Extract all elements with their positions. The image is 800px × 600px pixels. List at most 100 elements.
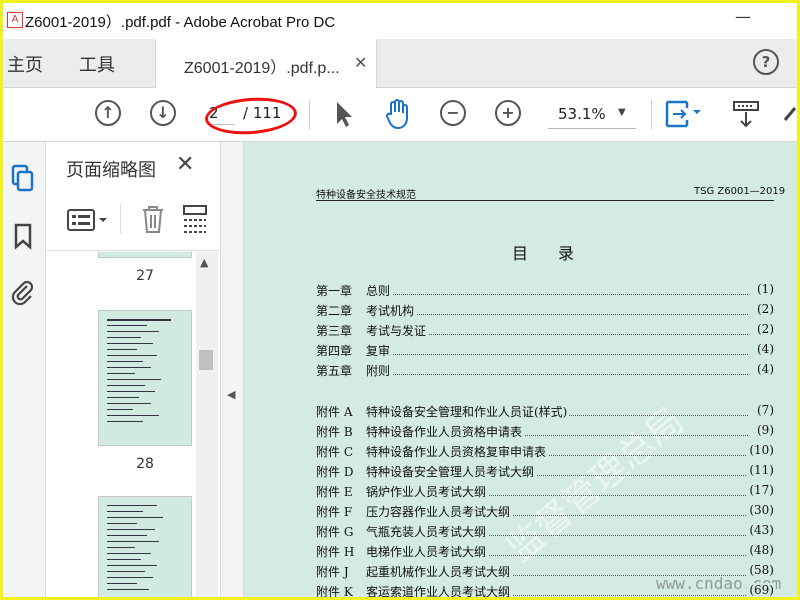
panel-title: 页面缩略图 [66, 160, 156, 181]
previous-page-icon[interactable]: ↑ [95, 100, 121, 126]
page-thumbnail[interactable] [98, 252, 192, 258]
toc-entry[interactable]: 附件 D 特种设备安全管理人员考试大纲 (11) [316, 463, 774, 481]
help-icon[interactable]: ? [753, 49, 779, 75]
toc-entry-label: 附件 D [316, 465, 354, 479]
scroll-mode-icon[interactable] [731, 100, 761, 130]
thumbnail-scrollbar[interactable]: ▲ [196, 252, 218, 597]
header-rule [316, 200, 774, 201]
tab-home[interactable]: 主页 [7, 51, 43, 77]
tab-document-label: Z6001-2019）.pdf.p... [184, 60, 340, 77]
toc-entry[interactable]: 第三章 考试与发证 (2) [316, 322, 774, 340]
navigation-pane [3, 142, 46, 597]
link-icon[interactable] [781, 102, 797, 126]
collapse-panel-strip: ◀ [221, 142, 244, 597]
toc-entry-label: 第四章 [316, 344, 353, 358]
page-thumbnail[interactable] [98, 310, 192, 446]
toc-entry-page: (69) [747, 583, 774, 597]
page-thumbnail[interactable] [98, 496, 192, 597]
toc-entry-page: (30) [747, 503, 774, 517]
document-view[interactable]: 特种设备安全技术规范 TSG Z6001—2019 目录 第一章 总则 (1) 第二章… [244, 142, 797, 599]
toolbar-divider [309, 100, 310, 130]
toc-entry[interactable]: 附件 H 电梯作业人员考试大纲 (48) [316, 543, 774, 561]
toc-entry-title: 考试与发证 [366, 322, 429, 339]
tab-tools[interactable]: 工具 [79, 51, 115, 77]
trash-icon[interactable] [140, 204, 166, 234]
toc-entry-page: (2) [755, 322, 774, 336]
next-page-icon[interactable]: ↓ [150, 100, 176, 126]
toc-leader-dots [366, 344, 748, 355]
toc-entry-label: 第三章 [316, 324, 353, 338]
collapse-panel-icon[interactable]: ◀ [227, 388, 235, 401]
toc-entry-page: (48) [747, 543, 774, 557]
toc-leader-dots [366, 284, 748, 295]
toc-entry-page: (7) [755, 403, 774, 417]
toc-entry-title: 起重机械作业人员考试大纲 [366, 563, 513, 580]
toc-leader-dots [366, 304, 748, 315]
zoom-in-icon[interactable]: + [495, 100, 521, 126]
toc-entry-title: 特种设备安全管理和作业人员证(样式) [366, 403, 570, 420]
toc-entry-title: 电梯作业人员考试大纲 [366, 543, 489, 560]
toc-entry-page: (58) [747, 563, 774, 577]
toc-entry-label: 附件 A [316, 405, 353, 419]
toc-entry-title: 客运索道作业人员考试大纲 [366, 583, 513, 599]
toc-entry-label: 附件 H [316, 545, 355, 559]
toc-entry-page: (4) [755, 362, 774, 376]
zoom-select[interactable]: 53.1% ▼ [548, 102, 636, 129]
thumbnail-page-number: 28 [136, 456, 154, 472]
toc-entry-page: (4) [755, 342, 774, 356]
toc-entry[interactable]: 附件 A 特种设备安全管理和作业人员证(样式) (7) [316, 403, 774, 421]
toc-entry-title: 压力容器作业人员考试大纲 [366, 503, 513, 520]
toc-entry-page: (11) [747, 463, 774, 477]
minimize-button[interactable]: — [733, 7, 753, 27]
toolbar-divider [651, 100, 652, 130]
tab-document[interactable]: Z6001-2019）.pdf.p... ✕ [155, 39, 377, 88]
toc-entry[interactable]: 第五章 附则 (4) [316, 362, 774, 380]
panel-toolbar [46, 192, 220, 251]
fit-page-icon[interactable] [663, 98, 703, 130]
thumbnail-page-number: 27 [136, 268, 154, 284]
main-toolbar: ↑ ↓ / 111 − + 53.1% ▼ [3, 88, 797, 142]
toc-entry-page: (9) [755, 423, 774, 437]
options-menu-icon[interactable] [66, 208, 112, 232]
bookmark-icon[interactable] [9, 222, 37, 250]
toc-entry-label: 附件 B [316, 425, 353, 439]
toc-entry-title: 考试机构 [366, 302, 417, 319]
hand-tool-icon[interactable] [383, 98, 413, 130]
toc-entry-title: 气瓶充装人员考试大纲 [366, 523, 489, 540]
toc-title: 目录 [512, 244, 605, 263]
close-panel-icon[interactable]: ✕ [176, 152, 194, 177]
chevron-down-icon: ▼ [618, 107, 626, 118]
toc-entry-label: 附件 F [316, 505, 353, 519]
toc-entry[interactable]: 附件 C 特种设备作业人员资格复审申请表 (10) [316, 443, 774, 461]
attachment-icon[interactable] [9, 278, 37, 306]
toc-entry-label: 第二章 [316, 304, 353, 318]
toc-entry-label: 附件 G [316, 525, 354, 539]
toc-entry[interactable]: 附件 B 特种设备作业人员资格申请表 (9) [316, 423, 774, 441]
select-pointer-icon[interactable] [333, 100, 355, 128]
scroll-up-icon[interactable]: ▲ [200, 256, 208, 269]
toc-entry-title: 附则 [366, 362, 393, 379]
scrollbar-thumb[interactable] [199, 350, 213, 370]
toc-entry-title: 特种设备作业人员资格复审申请表 [366, 443, 549, 460]
page-thumbnails-icon[interactable] [9, 164, 37, 192]
acrobat-window: A Z6001-2019）.pdf.pdf - Adobe Acrobat Pr… [0, 0, 800, 600]
toc-entry-page: (2) [755, 302, 774, 316]
zoom-value: 53.1% [558, 105, 606, 123]
toc-entry-title: 复审 [366, 342, 393, 359]
toc-entry-page: (1) [755, 282, 774, 296]
window-title: Z6001-2019）.pdf.pdf - Adobe Acrobat Pro … [25, 14, 336, 31]
toc-entry[interactable]: 附件 K 客运索道作业人员考试大纲 (69) [316, 583, 774, 599]
zoom-out-icon[interactable]: − [440, 100, 466, 126]
toc-entry[interactable]: 第二章 考试机构 (2) [316, 302, 774, 320]
pdf-app-icon: A [7, 12, 23, 28]
close-tab-icon[interactable]: ✕ [354, 53, 367, 72]
toc-entry-title: 总则 [366, 282, 393, 299]
toc-entry-page: (10) [747, 443, 774, 457]
toc-entry[interactable]: 第四章 复审 (4) [316, 342, 774, 360]
extract-pages-icon[interactable] [182, 204, 208, 234]
toc-entry-label: 附件 E [316, 485, 353, 499]
toc-entry[interactable]: 第一章 总则 (1) [316, 282, 774, 300]
toc-entry-page: (17) [747, 483, 774, 497]
toc-entry-title: 锅炉作业人员考试大纲 [366, 483, 489, 500]
tab-bar: 主页 工具 Z6001-2019）.pdf.p... ✕ ? [3, 39, 797, 88]
